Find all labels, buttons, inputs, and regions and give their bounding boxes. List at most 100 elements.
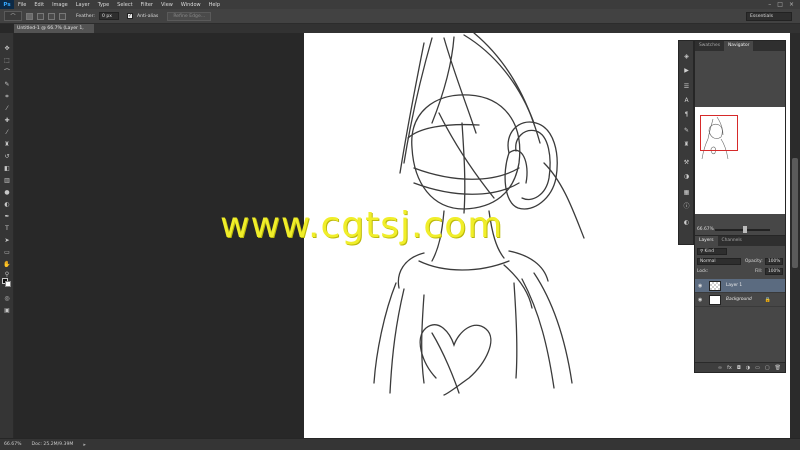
tools-panel: ✥ ⬚ ⌒ ✎ ⌗ ⁄ ✚ ⁄ ♜ ↺ ◧ ▥ ● ◐ ✒ T ➤ ▭ ✋ ⚲ … (0, 33, 14, 438)
clone-source-icon[interactable]: ♜ (682, 141, 691, 149)
clone-stamp-icon[interactable]: ♜ (3, 141, 11, 148)
status-doc-size: Doc: 25.2M/9.39M (31, 442, 74, 447)
status-menu-arrow-icon[interactable]: ▸ (83, 442, 86, 448)
tab-layers[interactable]: Layers (695, 236, 718, 246)
history-brush-icon[interactable]: ↺ (3, 153, 11, 160)
close-icon[interactable]: × (789, 1, 794, 8)
menu-filter[interactable]: Filter (137, 2, 157, 8)
properties-icon[interactable]: ☰ (682, 83, 691, 91)
navigator-thumbnail[interactable] (695, 107, 785, 214)
feather-label: Feather: (76, 13, 95, 19)
link-layers-icon[interactable]: ∞ (718, 365, 722, 371)
history-icon[interactable]: ◈ (682, 53, 691, 61)
brush-presets-icon[interactable]: ✎ (682, 127, 691, 135)
antialias-checkbox[interactable]: ✓ (126, 13, 133, 19)
blend-mode-select[interactable]: Normal (697, 258, 741, 265)
menu-type[interactable]: Type (94, 2, 113, 8)
eraser-icon[interactable]: ◧ (3, 165, 11, 172)
gradient-tool-icon[interactable]: ▥ (3, 177, 11, 184)
visibility-eye-icon[interactable]: ◉ (698, 297, 702, 303)
menu-layer[interactable]: Layer (72, 2, 94, 8)
maximize-icon[interactable]: □ (777, 1, 783, 8)
quick-mask-icon[interactable]: ◎ (3, 295, 11, 302)
new-layer-icon[interactable]: ▢ (765, 365, 770, 371)
tool-presets-icon[interactable]: ⚒ (682, 159, 691, 167)
layers-panel-tabs: Layers Channels (695, 236, 785, 246)
menu-file[interactable]: File (14, 2, 30, 8)
vertical-scrollbar[interactable] (790, 33, 800, 438)
navigator-view-box[interactable] (700, 115, 738, 151)
background-color-swatch[interactable] (5, 281, 11, 287)
new-selection-button[interactable] (26, 12, 33, 20)
add-selection-button[interactable] (37, 12, 44, 20)
layer-style-icon[interactable]: fx (727, 365, 732, 371)
crop-tool-icon[interactable]: ⌗ (3, 93, 11, 100)
quick-select-icon[interactable]: ✎ (3, 81, 11, 88)
document-tab-bar: Untitled-1 @ 66.7% (Layer 1, RGB/8) * (14, 24, 800, 40)
intersect-selection-button[interactable] (59, 12, 66, 20)
opacity-input[interactable]: 100% (765, 258, 783, 265)
layer-row-background[interactable]: ◉ Background 🔒 (695, 293, 785, 307)
layer-name[interactable]: Layer 1 (726, 283, 742, 288)
feather-input[interactable]: 0 px (98, 12, 119, 20)
menu-view[interactable]: View (157, 2, 177, 8)
healing-brush-icon[interactable]: ✚ (3, 117, 11, 124)
menu-help[interactable]: Help (205, 2, 224, 8)
screen-mode-icon[interactable]: ▣ (3, 307, 11, 314)
actions-icon[interactable]: ▶ (682, 67, 691, 75)
layer-mask-icon[interactable]: ◘ (737, 365, 741, 371)
fill-input[interactable]: 100% (765, 268, 783, 275)
subtract-selection-button[interactable] (48, 12, 55, 20)
navigator-zoom-value[interactable]: 66.67% (697, 227, 714, 232)
dodge-tool-icon[interactable]: ◐ (3, 201, 11, 208)
lasso-tool-icon[interactable]: ⌒ (3, 69, 11, 76)
status-zoom[interactable]: 66.67% (4, 442, 22, 447)
brush-tool-icon[interactable]: ⁄ (3, 129, 11, 136)
hand-tool-icon[interactable]: ✋ (3, 261, 11, 268)
styles-icon[interactable]: ▦ (682, 189, 691, 197)
layer-row-layer1[interactable]: ◉ Layer 1 (695, 279, 785, 293)
layer-name[interactable]: Background (726, 297, 752, 302)
visibility-eye-icon[interactable]: ◉ (698, 283, 702, 289)
type-tool-icon[interactable]: T (3, 225, 11, 232)
menu-image[interactable]: Image (48, 2, 72, 8)
info-icon[interactable]: ⓘ (682, 203, 691, 211)
marquee-tool-icon[interactable]: ⬚ (3, 57, 11, 64)
refine-edge-button[interactable]: Refine Edge... (167, 11, 212, 21)
eyedropper-icon[interactable]: ⁄ (3, 105, 11, 112)
delete-layer-icon[interactable]: 🗑 (775, 365, 781, 371)
navigator-panel-tabs: Swatches Navigator (695, 41, 785, 51)
zoom-tool-icon[interactable]: ⚲ (3, 271, 11, 278)
shape-tool-icon[interactable]: ▭ (3, 249, 11, 256)
tab-swatches[interactable]: Swatches (695, 41, 724, 51)
new-group-icon[interactable]: ▭ (755, 365, 760, 371)
navigator-zoom-knob[interactable] (743, 226, 747, 233)
workspace-select[interactable]: Essentials (746, 12, 792, 21)
menu-edit[interactable]: Edit (30, 2, 48, 8)
scrollbar-thumb[interactable] (792, 158, 798, 268)
tool-preset-picker[interactable]: ⌒ (4, 11, 22, 21)
path-select-icon[interactable]: ➤ (3, 237, 11, 244)
move-tool-icon[interactable]: ✥ (3, 45, 11, 52)
window-controls: – □ × (768, 1, 800, 8)
tab-channels[interactable]: Channels (718, 236, 746, 246)
adjustments-icon[interactable]: ◑ (682, 173, 691, 181)
layer-filter-kind-label: Kind (704, 249, 714, 254)
adjustment-layer-icon[interactable]: ◑ (746, 365, 750, 371)
layer-filter-kind[interactable]: ⚲ Kind (697, 248, 727, 255)
color-icon[interactable]: ◐ (682, 219, 691, 227)
watermark-text: www.cgtsj.com (220, 205, 504, 246)
document-tab[interactable]: Untitled-1 @ 66.7% (Layer 1, RGB/8) * (14, 24, 94, 40)
minimize-icon[interactable]: – (768, 1, 771, 8)
character-icon[interactable]: A (682, 97, 691, 105)
paragraph-icon[interactable]: ¶ (682, 111, 691, 119)
navigator-panel: Swatches Navigator 66.67% (694, 40, 786, 245)
menu-window[interactable]: Window (177, 2, 205, 8)
lasso-icon: ⌒ (10, 13, 16, 20)
tab-navigator[interactable]: Navigator (723, 41, 754, 51)
pen-tool-icon[interactable]: ✒ (3, 213, 11, 220)
blur-tool-icon[interactable]: ● (3, 189, 11, 196)
photoshop-window: Ps File Edit Image Layer Type Select Fil… (0, 0, 800, 450)
menu-select[interactable]: Select (113, 2, 136, 8)
panel-icon-strip: ◈ ▶ ☰ A ¶ ✎ ♜ ⚒ ◑ ▦ ⓘ ◐ (678, 40, 694, 245)
